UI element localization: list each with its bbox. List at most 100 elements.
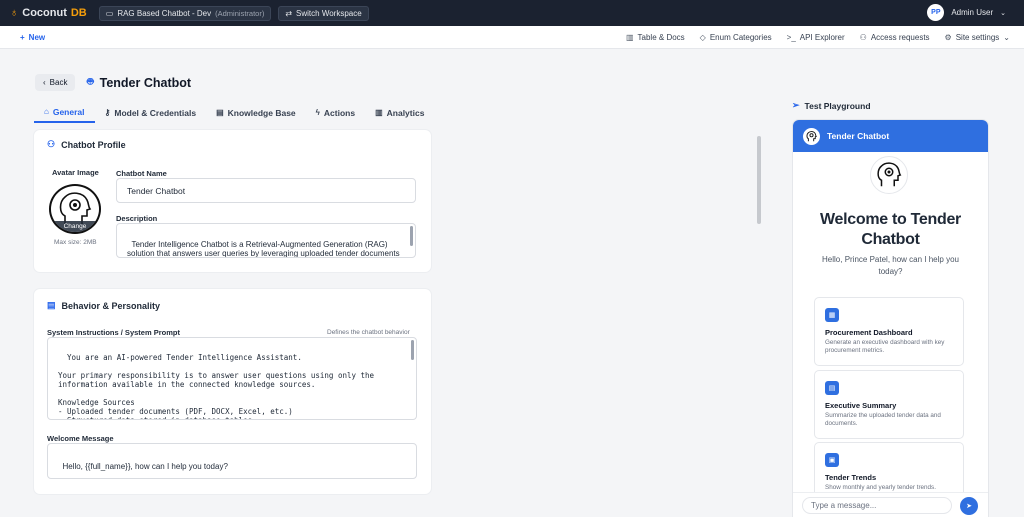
- tab-analytics[interactable]: ▥ Analytics: [365, 102, 434, 123]
- folder-icon: ▭: [105, 8, 114, 18]
- back-button[interactable]: ‹ Back: [35, 74, 76, 91]
- system-prompt-hint: Defines the chatbot behavior: [327, 329, 410, 336]
- nav-api-explorer[interactable]: >_ API Explorer: [787, 33, 845, 42]
- page-scrollbar[interactable]: [757, 136, 761, 224]
- new-button[interactable]: + New: [20, 33, 45, 42]
- user-avatar: PP: [927, 4, 945, 21]
- head-gear-icon: [806, 130, 817, 141]
- chat-header: Tender Chatbot: [793, 120, 988, 152]
- playground-title-text: Test Playground: [804, 100, 871, 111]
- chevron-down-icon: ⌄: [1003, 33, 1010, 42]
- nav-label: Table & Docs: [637, 33, 685, 42]
- action-bar: + New ▥ Table & Docs ◇ Enum Categories >_ A…: [0, 26, 1024, 49]
- database-icon: ▤: [216, 108, 224, 117]
- tab-label: Actions: [323, 107, 356, 118]
- brand-name: Coconut: [22, 7, 67, 19]
- nav-site-settings[interactable]: ⚙ Site settings ⌄: [945, 33, 1010, 42]
- calendar-icon: ▣: [825, 453, 839, 467]
- switch-workspace-label: Switch Workspace: [296, 8, 362, 18]
- page-title-text: Tender Chatbot: [99, 75, 192, 90]
- suggestion-title: Tender Trends: [825, 473, 877, 482]
- chatbot-name-input[interactable]: Tender Chatbot: [116, 178, 416, 203]
- workspace-selector[interactable]: ▭ RAG Based Chatbot - Dev (Administrator…: [98, 5, 272, 21]
- behavior-title: ▤ Behavior & Personality: [47, 300, 160, 311]
- send-button[interactable]: ➤: [960, 497, 978, 515]
- tab-actions[interactable]: ϟ Actions: [306, 102, 365, 123]
- chat-message-input[interactable]: Type a message...: [802, 497, 952, 514]
- textarea-scrollbar[interactable]: [411, 340, 414, 360]
- page-title: 🤖︎ Tender Chatbot: [87, 75, 191, 90]
- avatar-image-label: Avatar Image: [52, 168, 99, 177]
- send-icon: ➤: [966, 503, 972, 510]
- top-bar: ♁ Coconut DB ▭ RAG Based Chatbot - Dev (…: [0, 0, 1024, 26]
- users-icon: ⚇: [859, 33, 867, 42]
- tab-bar: ⌂ General ⚷ Model & Credentials ▤ Knowledge…: [34, 102, 434, 123]
- chat-input-bar: Type a message... ➤: [793, 492, 988, 517]
- chat-bot-name: Tender Chatbot: [827, 131, 890, 141]
- section-title: Behavior & Personality: [61, 300, 161, 311]
- home-icon: ⌂: [44, 107, 49, 116]
- tab-label: General: [52, 106, 85, 117]
- tab-label: Knowledge Base: [227, 107, 296, 118]
- nav-enum-categories[interactable]: ◇ Enum Categories: [700, 33, 772, 42]
- bot-icon: 🤖︎: [87, 76, 94, 88]
- description-label: Description: [116, 214, 158, 223]
- avatar-image-upload[interactable]: Change: [49, 184, 101, 234]
- suggestion-description: Summarize the uploaded tender data and d…: [825, 412, 941, 427]
- tab-model-credentials[interactable]: ⚷ Model & Credentials: [95, 102, 207, 123]
- description-textarea[interactable]: Tender Intelligence Chatbot is a Retriev…: [116, 223, 416, 258]
- change-avatar-button[interactable]: Change: [51, 221, 99, 232]
- suggestion-description: Show monthly and yearly tender trends.: [825, 484, 936, 491]
- nav-label: Enum Categories: [709, 33, 772, 42]
- section-title: Chatbot Profile: [61, 139, 126, 150]
- playground-title: ➢ Test Playground: [792, 100, 871, 111]
- chat-welcome-subtitle: Hello, Prince Patel, how can I help you …: [822, 255, 959, 276]
- tab-label: Model & Credentials: [114, 107, 197, 118]
- chevron-down-icon: ⌄: [1000, 9, 1006, 17]
- summary-icon: ▤: [825, 381, 839, 395]
- welcome-message-textarea[interactable]: Hello, {{full_name}}, how can I help you…: [47, 443, 417, 479]
- chevron-left-icon: ‹: [43, 78, 46, 87]
- suggestion-card[interactable]: ▤ Executive Summary Summarize the upload…: [814, 370, 964, 439]
- chatbot-name-label: Chatbot Name: [116, 169, 167, 178]
- workspace-name: RAG Based Chatbot - Dev: [117, 8, 212, 18]
- bot-avatar: [803, 127, 820, 145]
- dashboard-icon: ▦: [825, 308, 839, 322]
- suggestion-description: Generate an executive dashboard with key…: [825, 339, 945, 354]
- send-icon: ➢: [792, 100, 800, 110]
- suggestion-title: Executive Summary: [825, 401, 897, 410]
- document-icon: ▤: [47, 300, 56, 310]
- nav-table-docs[interactable]: ▥ Table & Docs: [626, 33, 685, 42]
- max-size-hint: Max size: 2MB: [54, 239, 97, 246]
- system-prompt-textarea[interactable]: You are an AI-powered Tender Intelligenc…: [47, 337, 417, 420]
- head-gear-icon: [877, 162, 902, 187]
- textarea-scrollbar[interactable]: [410, 226, 413, 246]
- tab-general[interactable]: ⌂ General: [34, 102, 95, 123]
- bot-icon: ⚇: [47, 139, 56, 149]
- system-prompt-label: System Instructions / System Prompt: [47, 328, 180, 337]
- gear-icon: ⚙: [944, 33, 952, 42]
- welcome-message-label: Welcome Message: [47, 434, 114, 443]
- brand-logo[interactable]: ♁ Coconut DB: [10, 7, 87, 19]
- chat-welcome-heading: Welcome to Tender Chatbot: [819, 211, 961, 248]
- welcome-message-text: Hello, {{full_name}}, how can I help you…: [62, 461, 228, 471]
- suggestion-card[interactable]: ▦ Procurement Dashboard Generate an exec…: [814, 297, 964, 366]
- nav-label: API Explorer: [799, 33, 845, 42]
- tab-knowledge-base[interactable]: ▤ Knowledge Base: [206, 102, 306, 123]
- nav-label: Access requests: [870, 33, 930, 42]
- tag-icon: ◇: [699, 33, 706, 42]
- chat-preview: Tender Chatbot Welcome to Tender Chatbot…: [793, 120, 988, 517]
- bar-chart-icon: ▥: [625, 33, 634, 42]
- lightning-icon: ϟ: [315, 108, 320, 117]
- tab-label: Analytics: [386, 107, 425, 118]
- coconut-icon: ♁: [10, 7, 19, 19]
- description-text: Tender Intelligence Chatbot is a Retriev…: [127, 239, 400, 258]
- bar-chart-icon: ▥: [375, 108, 383, 117]
- nav-access-requests[interactable]: ⚇ Access requests: [860, 33, 930, 42]
- user-name: Admin User: [951, 8, 994, 17]
- workspace-role: (Administrator): [215, 8, 265, 18]
- switch-workspace-button[interactable]: ⇄ Switch Workspace: [278, 5, 369, 21]
- user-menu[interactable]: PP Admin User ⌄: [927, 4, 1006, 21]
- switch-icon: ⇄: [285, 8, 293, 18]
- key-icon: ⚷: [104, 108, 111, 117]
